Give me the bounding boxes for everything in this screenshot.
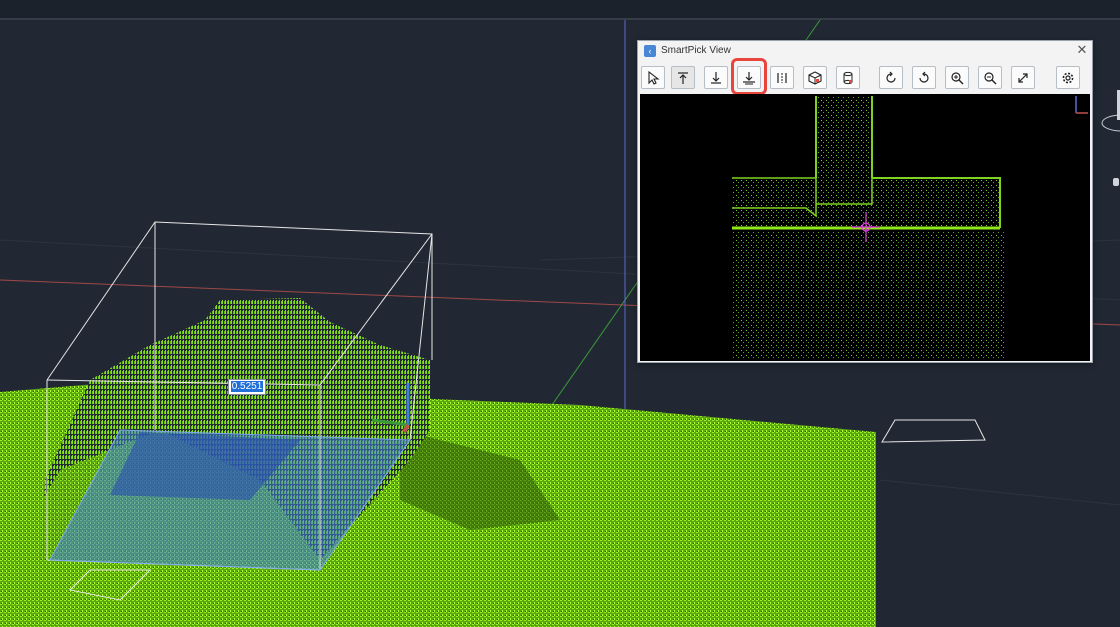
zoom-in-button[interactable] — [945, 66, 969, 89]
smartpick-section-view[interactable] — [640, 94, 1090, 361]
cube-icon — [808, 70, 822, 85]
viewcube-fragment[interactable] — [1098, 80, 1120, 200]
select-tool-button[interactable] — [641, 66, 665, 89]
measurement-value-label[interactable]: 0.5251 — [228, 379, 266, 395]
pick-bottom-button[interactable] — [704, 66, 728, 89]
cylinder-button[interactable] — [836, 66, 860, 89]
measurement-value: 0.5251 — [230, 381, 264, 392]
rotate-cw-button[interactable] — [879, 66, 903, 89]
arrow-down-to-line-icon — [711, 71, 721, 84]
expand-icon — [1018, 72, 1028, 83]
stem-point-cloud — [816, 96, 872, 178]
smartpick-title: SmartPick View — [661, 45, 731, 56]
cylinder-icon — [843, 71, 853, 84]
smartpick-titlebar[interactable]: ‹ SmartPick View ✕ — [638, 41, 1092, 61]
expand-button[interactable] — [1011, 66, 1035, 89]
cursor-arrow-icon — [648, 70, 660, 85]
arrow-down-to-ground-icon — [743, 71, 755, 84]
settings-button[interactable] — [1056, 66, 1080, 89]
pick-top-button[interactable] — [671, 66, 695, 89]
zoom-in-icon — [951, 71, 964, 84]
close-button[interactable]: ✕ — [1074, 42, 1090, 58]
gear-icon — [1062, 72, 1074, 83]
smartpick-window[interactable]: ‹ SmartPick View ✕ — [637, 40, 1093, 363]
smartpick-app-icon: ‹ — [644, 45, 656, 57]
smartpick-toolbar — [638, 58, 1092, 95]
placed-plane-outline[interactable] — [881, 419, 986, 443]
zoom-out-button[interactable] — [978, 66, 1002, 89]
arrow-up-to-line-icon — [678, 71, 688, 84]
vertical-lines-icon — [777, 72, 787, 83]
rotate-cw-icon — [886, 71, 896, 83]
rotate-ccw-icon — [919, 71, 929, 83]
top-toolbar-strip — [0, 0, 1120, 20]
lower-point-cloud — [732, 232, 1004, 358]
vertical-section-button[interactable] — [770, 66, 794, 89]
rotate-ccw-button[interactable] — [912, 66, 936, 89]
view-cube-button[interactable] — [803, 66, 827, 89]
zoom-out-icon — [984, 71, 997, 84]
pick-ground-button[interactable] — [737, 66, 761, 89]
smartpick-canvas[interactable] — [640, 94, 1090, 361]
